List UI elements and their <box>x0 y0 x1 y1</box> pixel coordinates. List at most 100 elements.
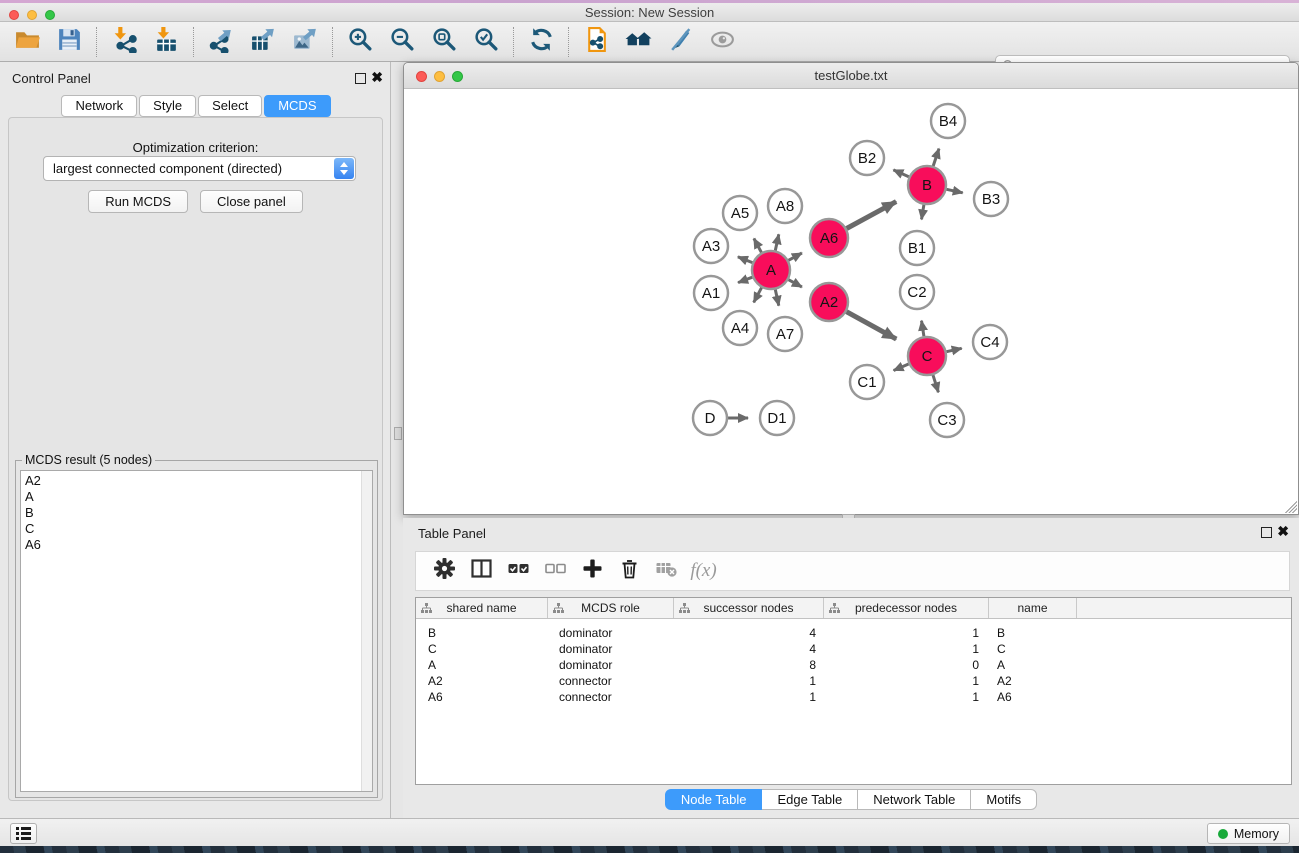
tab-style[interactable]: Style <box>139 95 196 117</box>
table-cell[interactable]: A2 <box>416 673 548 689</box>
zoom-window-icon[interactable] <box>45 10 55 20</box>
graph-node-C2[interactable]: C2 <box>900 275 934 309</box>
toolbar-button-toggle-bird-view[interactable] <box>701 25 743 59</box>
graph-edge-A-A8[interactable] <box>775 234 779 250</box>
table-cell[interactable]: A2 <box>989 673 1077 689</box>
table-cell[interactable]: connector <box>548 689 674 705</box>
table-cell[interactable]: B <box>416 625 548 641</box>
graph-node-B2[interactable]: B2 <box>850 141 884 175</box>
toolbar-button-zoom-in[interactable] <box>339 25 381 59</box>
memory-button[interactable]: Memory <box>1207 823 1290 844</box>
table-toolbar-button-settings-gear[interactable] <box>426 555 463 587</box>
graph-node-D1[interactable]: D1 <box>760 401 794 435</box>
toolbar-button-zoom-selected[interactable] <box>465 25 507 59</box>
vertical-splitter-handle[interactable] <box>394 427 402 440</box>
window-resize-grip[interactable] <box>1285 501 1297 513</box>
table-cell[interactable]: 8 <box>674 657 824 673</box>
tab-motifs[interactable]: Motifs <box>971 789 1037 810</box>
table-cell[interactable]: A6 <box>989 689 1077 705</box>
close-network-window-icon[interactable] <box>416 71 427 82</box>
graph-node-A[interactable]: A <box>752 251 790 289</box>
run-mcds-button[interactable]: Run MCDS <box>88 190 188 213</box>
table-cell[interactable]: 4 <box>674 625 824 641</box>
column-header-mcds-role[interactable]: MCDS role <box>548 598 674 618</box>
criterion-dropdown[interactable]: largest connected component (directed) <box>43 156 356 181</box>
graph-edge-A-A7[interactable] <box>775 290 779 306</box>
graph-edge-B-B2[interactable] <box>893 170 908 177</box>
mcds-result-item[interactable]: A <box>25 489 372 505</box>
table-cell[interactable]: 1 <box>824 673 989 689</box>
graph-node-A6[interactable]: A6 <box>810 219 848 257</box>
table-cell[interactable]: 1 <box>824 641 989 657</box>
minimize-network-window-icon[interactable] <box>434 71 445 82</box>
column-header-successor-nodes[interactable]: successor nodes <box>674 598 824 618</box>
column-header-shared-name[interactable]: shared name <box>416 598 548 618</box>
close-window-icon[interactable] <box>9 10 19 20</box>
list-scrollbar[interactable] <box>361 471 372 791</box>
graph-node-C[interactable]: C <box>908 337 946 375</box>
toolbar-button-zoom-fit[interactable] <box>423 25 465 59</box>
network-canvas[interactable]: B4 B2 B B3 A8 A5 A6 A3 B1 A A1 C2 A2 <box>404 89 1298 514</box>
tab-network-table[interactable]: Network Table <box>858 789 971 810</box>
graph-node-D[interactable]: D <box>693 401 727 435</box>
graph-node-B[interactable]: B <box>908 166 946 204</box>
table-toolbar-button-add-column[interactable] <box>574 555 611 587</box>
graph-edge-C-C3[interactable] <box>933 375 938 392</box>
graph-edge-A-A1[interactable] <box>738 277 752 282</box>
graph-node-A1[interactable]: A1 <box>694 276 728 310</box>
graph-node-A4[interactable]: A4 <box>723 311 757 345</box>
float-table-panel-icon[interactable] <box>1261 527 1272 538</box>
graph-node-A2[interactable]: A2 <box>810 283 848 321</box>
mcds-result-item[interactable]: A2 <box>25 473 372 489</box>
mcds-result-list[interactable]: A2ABCA6 <box>20 470 373 792</box>
toolbar-button-import-network[interactable] <box>103 25 145 59</box>
table-cell[interactable]: dominator <box>548 641 674 657</box>
graph-edge-A6-B[interactable] <box>847 202 897 229</box>
mcds-result-item[interactable]: A6 <box>25 537 372 553</box>
table-row[interactable]: A6connector11A6 <box>416 689 1291 705</box>
table-cell[interactable]: A6 <box>416 689 548 705</box>
table-cell[interactable]: dominator <box>548 657 674 673</box>
table-toolbar-button-delete-columns[interactable] <box>611 555 648 587</box>
toolbar-button-cybrowser[interactable] <box>575 25 617 59</box>
graph-edge-A-A2[interactable] <box>789 280 802 287</box>
table-toolbar-button-deselect-all[interactable] <box>537 555 574 587</box>
table-toolbar-button-show-columns[interactable] <box>463 555 500 587</box>
toolbar-button-toggle-annotations[interactable] <box>659 25 701 59</box>
table-cell[interactable]: B <box>989 625 1077 641</box>
table-cell[interactable]: 1 <box>674 689 824 705</box>
mcds-result-item[interactable]: C <box>25 521 372 537</box>
mcds-result-item[interactable]: B <box>25 505 372 521</box>
graph-edge-A2-C[interactable] <box>847 312 897 339</box>
graph-node-C4[interactable]: C4 <box>973 325 1007 359</box>
table-row[interactable]: Bdominator41B <box>416 625 1291 641</box>
table-row[interactable]: A2connector11A2 <box>416 673 1291 689</box>
graph-node-A5[interactable]: A5 <box>723 196 757 230</box>
toolbar-button-export-image[interactable] <box>284 25 326 59</box>
table-cell[interactable]: A <box>416 657 548 673</box>
minimize-window-icon[interactable] <box>27 10 37 20</box>
graph-edge-A-A6[interactable] <box>789 253 802 260</box>
toolbar-button-open-file[interactable] <box>6 25 48 59</box>
close-table-panel-icon[interactable]: ✖ <box>1277 523 1289 539</box>
float-panel-icon[interactable] <box>355 73 366 84</box>
toolbar-button-refresh[interactable] <box>520 25 562 59</box>
tab-network[interactable]: Network <box>61 95 137 117</box>
toolbar-button-export-table[interactable] <box>242 25 284 59</box>
tab-edge-table[interactable]: Edge Table <box>762 789 858 810</box>
graph-edge-C-C4[interactable] <box>947 348 962 351</box>
toolbar-button-home[interactable] <box>617 25 659 59</box>
graph-node-C1[interactable]: C1 <box>850 365 884 399</box>
graph-edge-B-B1[interactable] <box>922 205 924 220</box>
graph-edge-A-A5[interactable] <box>754 239 762 253</box>
table-row[interactable]: Cdominator41C <box>416 641 1291 657</box>
close-panel-icon[interactable]: ✖ <box>371 69 383 85</box>
table-toolbar-button-select-all[interactable] <box>500 555 537 587</box>
graph-edge-B-B3[interactable] <box>947 189 963 193</box>
graph-node-A3[interactable]: A3 <box>694 229 728 263</box>
table-cell[interactable]: 0 <box>824 657 989 673</box>
graph-edge-B-B4[interactable] <box>933 149 939 166</box>
table-cell[interactable]: 1 <box>824 689 989 705</box>
graph-edge-A-A4[interactable] <box>754 288 762 303</box>
table-cell[interactable]: C <box>989 641 1077 657</box>
